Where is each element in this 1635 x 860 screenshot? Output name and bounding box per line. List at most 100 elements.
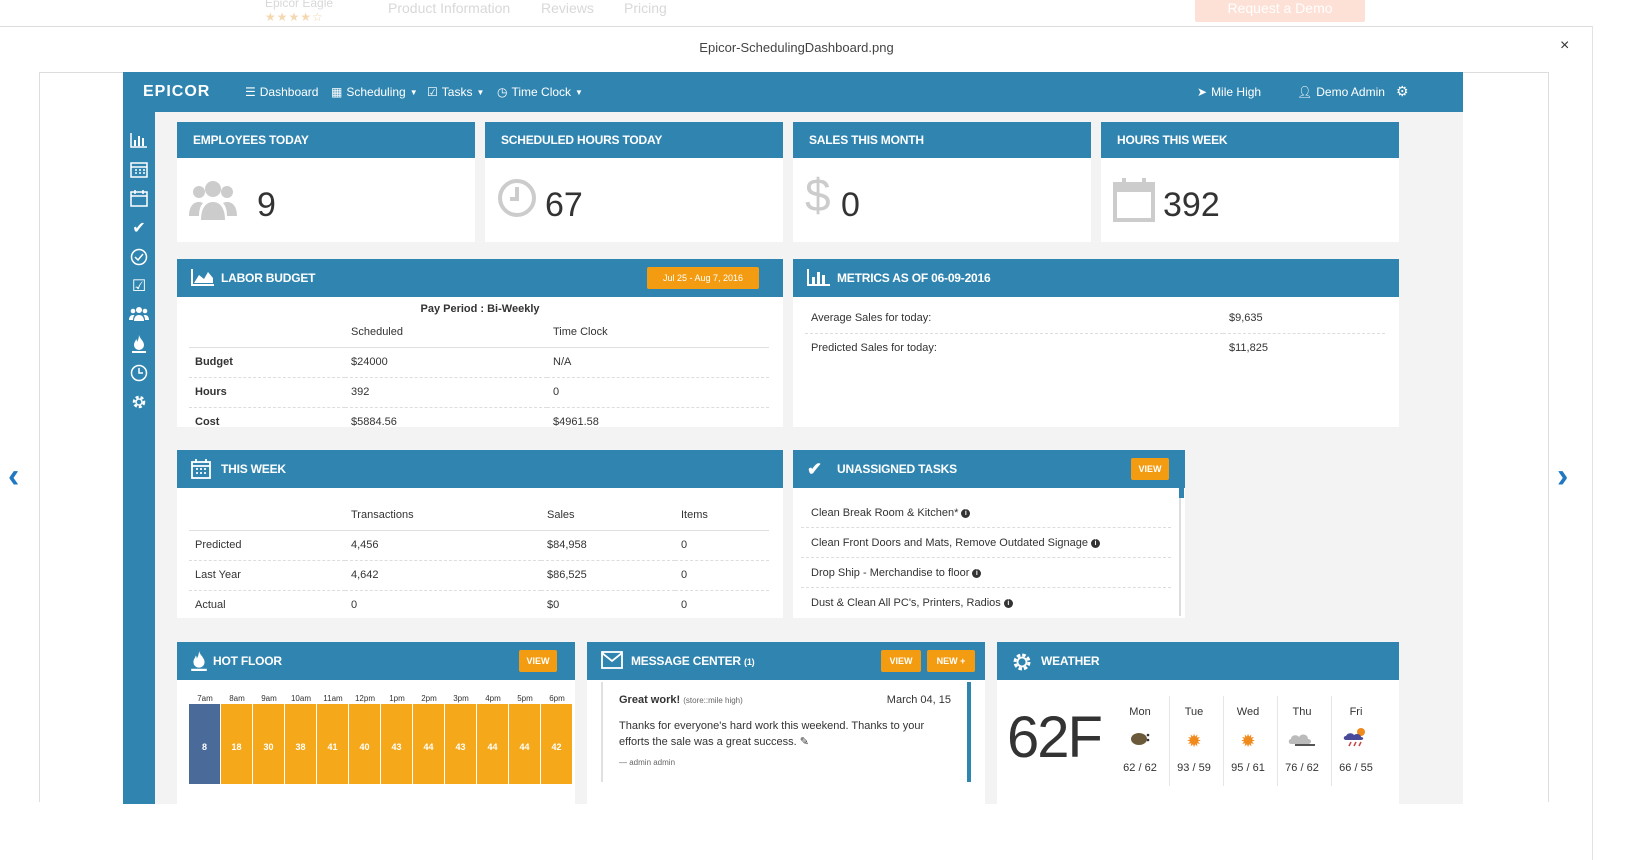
sidebar-check-square-icon[interactable]: ☑ bbox=[129, 277, 149, 297]
gear-icon bbox=[1011, 651, 1033, 671]
info-icon[interactable]: i bbox=[961, 508, 971, 518]
hot-floor-cell[interactable]: 30 bbox=[253, 704, 285, 784]
sidebar-check-circle-icon[interactable] bbox=[129, 248, 149, 268]
hot-floor-cells: 8 18 30 38 41 40 43 44 43 44 44 42 bbox=[189, 704, 573, 784]
users-icon bbox=[189, 178, 237, 224]
sidebar-fire-icon[interactable] bbox=[129, 335, 149, 355]
message-source: (store::mile high) bbox=[683, 696, 743, 705]
user-icon: 👤︎ bbox=[1297, 85, 1313, 99]
view-messages-button[interactable]: VIEW bbox=[881, 650, 921, 672]
hot-floor-cell[interactable]: 8 bbox=[189, 704, 221, 784]
rain-icon bbox=[1113, 726, 1167, 756]
table-row: Hours 392 0 bbox=[189, 377, 769, 408]
list-item[interactable]: Clean Break Room & Kitchen* i bbox=[801, 498, 1171, 528]
sidebar-clock-icon[interactable] bbox=[129, 364, 149, 384]
user-menu[interactable]: 👤︎ Demo Admin bbox=[1297, 85, 1385, 99]
table-row: Cost $5884.56 $4961.58 bbox=[195, 416, 599, 429]
table-row: Predicted Sales for today: $11,825 bbox=[811, 342, 1268, 355]
view-tasks-button[interactable]: VIEW bbox=[1131, 458, 1169, 480]
info-icon[interactable]: i bbox=[1090, 538, 1100, 548]
list-icon: ☰ bbox=[245, 85, 256, 99]
background-request-demo-button[interactable]: Request a Demo bbox=[1195, 0, 1365, 22]
message-item[interactable]: Great work! (store::mile high) March 04,… bbox=[619, 694, 951, 767]
hot-floor-cell[interactable]: 43 bbox=[381, 704, 413, 784]
hot-floor-cell[interactable]: 18 bbox=[221, 704, 253, 784]
background-nav-reviews[interactable]: Reviews bbox=[541, 0, 594, 16]
nav-tasks[interactable]: ☑ Tasks ▼ bbox=[427, 85, 484, 99]
background-nav-pricing[interactable]: Pricing bbox=[624, 0, 667, 16]
sun-icon: ✹ bbox=[1186, 731, 1202, 751]
location-selector[interactable]: ➤ Mile High bbox=[1197, 85, 1261, 99]
caret-down-icon: ▼ bbox=[575, 87, 583, 97]
hot-floor-cell[interactable]: 43 bbox=[445, 704, 477, 784]
labor-budget-panel: LABOR BUDGET Jul 25 - Aug 7, 2016 Pay Pe… bbox=[177, 259, 783, 428]
list-item[interactable]: Clean Front Doors and Mats, Remove Outda… bbox=[801, 528, 1171, 558]
calendar-icon bbox=[191, 459, 213, 479]
tasks-scrollbar[interactable] bbox=[1179, 488, 1184, 498]
top-navbar: EPICOR ☰ Dashboard ▦ Scheduling ▼ ☑ Task… bbox=[123, 72, 1463, 112]
fire-icon bbox=[191, 651, 213, 671]
stat-card-hours-this-week: HOURS THIS WEEK 392 bbox=[1101, 122, 1399, 242]
message-center-panel: MESSAGE CENTER (1) VIEW NEW + Great work… bbox=[587, 642, 985, 804]
sidebar-settings-icon[interactable] bbox=[129, 393, 149, 413]
metrics-table: Average Sales for today: $9,635 Predicte… bbox=[805, 303, 1385, 363]
list-item[interactable]: Drop Ship - Merchandise to floor i bbox=[801, 558, 1171, 588]
pay-period-label: Pay Period : Bi-Weekly bbox=[420, 303, 540, 315]
nav-dashboard[interactable]: ☰ Dashboard bbox=[245, 85, 318, 99]
hour-label: 6pm bbox=[549, 694, 565, 703]
hot-floor-cell[interactable]: 42 bbox=[541, 704, 573, 784]
background-nav-product-info[interactable]: Product Information bbox=[388, 0, 510, 16]
current-temperature: 62F bbox=[1007, 705, 1103, 770]
hot-floor-cell[interactable]: 38 bbox=[285, 704, 317, 784]
nav-time-clock[interactable]: ◷ Time Clock ▼ bbox=[497, 85, 583, 99]
clock-icon: ◷ bbox=[497, 85, 508, 99]
epicor-logo[interactable]: EPICOR bbox=[143, 83, 210, 101]
nav-scheduling-label: Scheduling bbox=[346, 85, 406, 99]
hot-floor-cell[interactable]: 41 bbox=[317, 704, 349, 784]
hour-label: 5pm bbox=[517, 694, 533, 703]
nav-scheduling[interactable]: ▦ Scheduling ▼ bbox=[331, 85, 418, 99]
hot-floor-cell[interactable]: 44 bbox=[509, 704, 541, 784]
hot-floor-cell[interactable]: 40 bbox=[349, 704, 381, 784]
weather-panel: WEATHER 62F Mon 62 / 62 Tue ✹ 93 / 59 We… bbox=[997, 642, 1399, 804]
stat-title: SCHEDULED HOURS TODAY bbox=[485, 122, 783, 158]
new-message-button[interactable]: NEW + bbox=[927, 650, 975, 672]
stat-value: 9 bbox=[257, 186, 276, 224]
hour-label: 4pm bbox=[485, 694, 501, 703]
info-icon[interactable]: i bbox=[1003, 598, 1013, 608]
next-image-arrow-icon[interactable]: › bbox=[1557, 457, 1568, 496]
lightbox-close-button[interactable]: × bbox=[1560, 37, 1569, 55]
table-row: Average Sales for today: $9,635 bbox=[805, 303, 1385, 334]
sidebar-calendar-icon[interactable] bbox=[129, 161, 149, 181]
sidebar-bar-chart-icon[interactable] bbox=[129, 132, 149, 152]
location-label: Mile High bbox=[1211, 85, 1262, 99]
previous-image-arrow-icon[interactable]: ‹ bbox=[8, 457, 19, 496]
column-header: Items bbox=[675, 500, 769, 531]
hot-floor-cell[interactable]: 44 bbox=[413, 704, 445, 784]
stat-title: EMPLOYEES TODAY bbox=[177, 122, 475, 158]
stat-value: 392 bbox=[1163, 186, 1220, 224]
info-icon[interactable]: i bbox=[972, 568, 982, 578]
sidebar-users-icon[interactable] bbox=[129, 306, 149, 326]
settings-gear-icon[interactable]: ⚙ bbox=[1396, 83, 1409, 100]
caret-down-icon: ▼ bbox=[409, 87, 418, 97]
sidebar-check-icon[interactable]: ✔ bbox=[129, 219, 149, 239]
hour-label: 11am bbox=[323, 694, 343, 703]
table-header-row: Scheduled Time Clock bbox=[189, 317, 769, 348]
forecast-day: Mon 62 / 62 bbox=[1113, 706, 1167, 774]
view-hot-floor-button[interactable]: VIEW bbox=[519, 650, 557, 672]
unassigned-tasks-panel: ✔ UNASSIGNED TASKS VIEW Clean Break Room… bbox=[793, 450, 1185, 618]
column-header: Scheduled bbox=[345, 317, 547, 348]
list-item[interactable]: Dust & Clean All PC's, Printers, Radios i bbox=[801, 588, 1171, 618]
dashboard-content: EMPLOYEES TODAY 9 SCHEDULED HOURS TODAY … bbox=[155, 112, 1463, 804]
messages-scrollbar[interactable] bbox=[967, 682, 971, 782]
nav-time-clock-label: Time Clock bbox=[511, 85, 572, 99]
location-arrow-icon: ➤ bbox=[1197, 85, 1208, 99]
edit-icon[interactable]: ✎ bbox=[800, 736, 809, 748]
sidebar-calendar-empty-icon[interactable] bbox=[129, 190, 149, 210]
hot-floor-cell[interactable]: 44 bbox=[477, 704, 509, 784]
area-chart-icon bbox=[191, 268, 214, 288]
date-range-button[interactable]: Jul 25 - Aug 7, 2016 bbox=[647, 267, 759, 289]
epicor-dashboard: EPICOR ☰ Dashboard ▦ Scheduling ▼ ☑ Task… bbox=[123, 72, 1463, 804]
calendar-icon: ▦ bbox=[331, 85, 343, 99]
